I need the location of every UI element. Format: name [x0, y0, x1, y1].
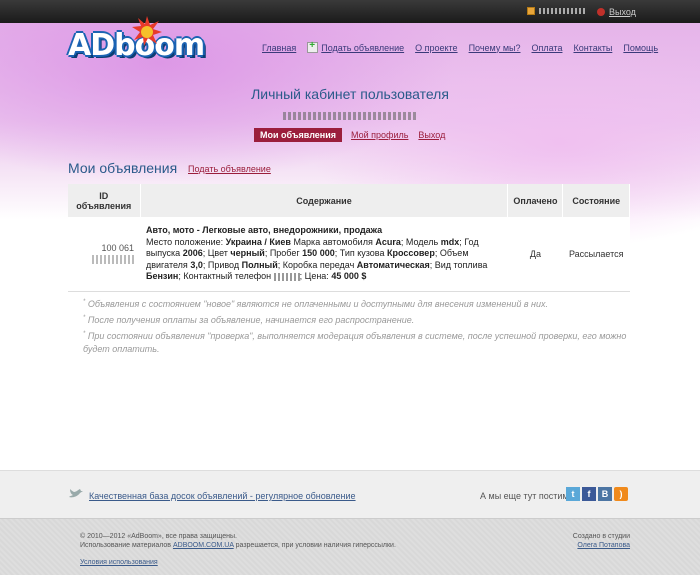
label: Модель — [405, 236, 439, 247]
user-menu[interactable] — [527, 7, 587, 15]
copyright-line: © 2010—2012 «AdBoom», все права защищены… — [80, 533, 237, 540]
add-icon — [307, 40, 319, 53]
nav-contacts[interactable]: Контакты — [573, 42, 612, 53]
terms-link[interactable]: Условия использования — [80, 559, 158, 566]
col-content: Содержание — [140, 184, 509, 217]
user-email-redacted — [283, 112, 418, 120]
author-link[interactable]: Олега Потапова — [577, 542, 630, 549]
value: Acura — [375, 236, 401, 247]
phone-redacted — [273, 272, 300, 281]
nav-about-label: О проекте — [415, 42, 458, 53]
copyright-text: Использование материалов — [80, 542, 172, 549]
nav-home-label: Главная — [262, 42, 297, 53]
logout-link[interactable]: Выход — [597, 7, 636, 17]
ads-table: ID объявления Содержание Оплачено Состоя… — [68, 184, 630, 292]
label: Марка автомобиля — [293, 236, 373, 247]
nav-add-ad-label: Подать объявление — [321, 42, 405, 53]
tab-my-profile[interactable]: Мой профиль — [350, 130, 409, 140]
social-links: t f B ) — [566, 487, 628, 501]
nav-help[interactable]: Помощь — [623, 42, 658, 53]
label: Цвет — [207, 248, 228, 258]
value: Бензин — [146, 271, 179, 281]
note-text: Объявления с состоянием "новое" являются… — [87, 299, 549, 309]
label: Место положение: — [146, 236, 224, 247]
main-nav: Главная Подать объявление О проекте Поче… — [262, 40, 658, 53]
footer-tagline[interactable]: Качественная база досок объявлений - рег… — [89, 491, 356, 501]
label: Пробег — [269, 248, 300, 258]
ad-content-cell: Авто, мото - Легковые авто, внедорожники… — [140, 217, 508, 292]
logout-icon — [597, 8, 605, 16]
facebook-icon[interactable]: f — [582, 487, 596, 501]
twitter-icon[interactable]: t — [566, 487, 580, 501]
ad-id-redacted — [92, 255, 134, 265]
notes: * Объявления с состоянием "новое" являют… — [83, 296, 643, 357]
vkontakte-icon[interactable]: B — [598, 487, 612, 501]
user-icon — [527, 7, 535, 15]
created-label: Создано в студии — [572, 533, 630, 540]
table-header-row: ID объявления Содержание Оплачено Состоя… — [68, 184, 630, 217]
created-by: Создано в студии Олега Потапова — [573, 532, 630, 550]
nav-why-label: Почему мы? — [468, 42, 521, 53]
col-status: Состояние — [562, 184, 630, 217]
cabinet-tabs: Мои объявления Мой профиль Выход — [254, 128, 446, 142]
ad-paid: Да — [507, 217, 563, 292]
note: * Объявления с состоянием "новое" являют… — [83, 299, 549, 309]
footer-bottom: © 2010—2012 «AdBoom», все права защищены… — [0, 518, 700, 575]
ad-price: 45 000 $ — [331, 271, 367, 281]
bomb-icon — [132, 16, 162, 46]
label: Коробка передач — [282, 259, 355, 270]
copyright: © 2010—2012 «AdBoom», все права защищены… — [80, 532, 396, 550]
social-label: А мы еще тут постим: — [480, 491, 572, 501]
ad-category: Авто, мото - Легковые авто, внедорожники… — [146, 225, 383, 235]
copyright-link[interactable]: ADBOOM.COM.UA — [173, 542, 234, 549]
nav-why[interactable]: Почему мы? — [469, 42, 521, 53]
nav-home[interactable]: Главная — [262, 42, 296, 53]
copyright-text: разрешается, при условии наличия гиперсс… — [235, 542, 396, 549]
label: Контактный телефон — [183, 271, 272, 281]
label: Привод — [207, 259, 240, 270]
value: Кроссовер — [387, 248, 435, 258]
site-logo[interactable]: ADboom — [68, 16, 208, 68]
nav-contacts-label: Контакты — [573, 42, 613, 53]
ad-details: Место положение: Украина / Киев Марка ав… — [146, 236, 488, 282]
nav-about[interactable]: О проекте — [415, 42, 457, 53]
label: Цена: — [304, 271, 329, 281]
note-text: При состоянии объявления "проверка", вып… — [83, 331, 627, 354]
section-title: Мои объявления — [68, 160, 178, 176]
note: * При состоянии объявления "проверка", в… — [83, 331, 627, 354]
tab-logout[interactable]: Выход — [417, 130, 446, 140]
value: 2006 — [182, 248, 203, 258]
footer-top: Качественная база досок объявлений - рег… — [0, 470, 700, 518]
ad-id-cell: 100 061 — [68, 217, 140, 292]
note-text: После получения оплаты за объявление, на… — [87, 315, 415, 325]
label: Тип кузова — [339, 248, 385, 258]
value: Автоматическая — [356, 259, 430, 270]
note: * После получения оплаты за объявление, … — [83, 315, 415, 325]
nav-payment-label: Оплата — [531, 42, 563, 53]
rss-icon[interactable]: ) — [614, 487, 628, 501]
value: Украина / Киев — [225, 236, 291, 247]
value: Полный — [241, 259, 278, 270]
username-redacted — [539, 8, 587, 14]
value: 3,0 — [190, 259, 203, 270]
nav-add-ad[interactable]: Подать объявление — [307, 40, 405, 53]
value: черный — [230, 248, 265, 258]
ad-status: Рассылается — [562, 217, 630, 292]
nav-payment[interactable]: Оплата — [532, 42, 563, 53]
add-ad-link[interactable]: Подать объявление — [188, 164, 271, 174]
page-title: Личный кабинет пользователя — [251, 86, 449, 102]
tab-my-ads[interactable]: Мои объявления — [254, 128, 343, 142]
copyright-line: Использование материалов ADBOOM.COM.UA р… — [80, 541, 396, 550]
table-row[interactable]: 100 061 Авто, мото - Легковые авто, внед… — [68, 217, 630, 292]
col-paid: Оплачено — [507, 184, 564, 217]
bird-icon — [69, 489, 83, 498]
col-id: ID объявления — [68, 184, 141, 217]
value: mdx — [440, 236, 460, 247]
ad-id: 100 061 — [101, 243, 134, 254]
nav-help-label: Помощь — [623, 42, 659, 53]
value: 150 000 — [302, 248, 335, 258]
label: Вид топлива — [434, 259, 488, 270]
logout-label: Выход — [609, 7, 636, 17]
